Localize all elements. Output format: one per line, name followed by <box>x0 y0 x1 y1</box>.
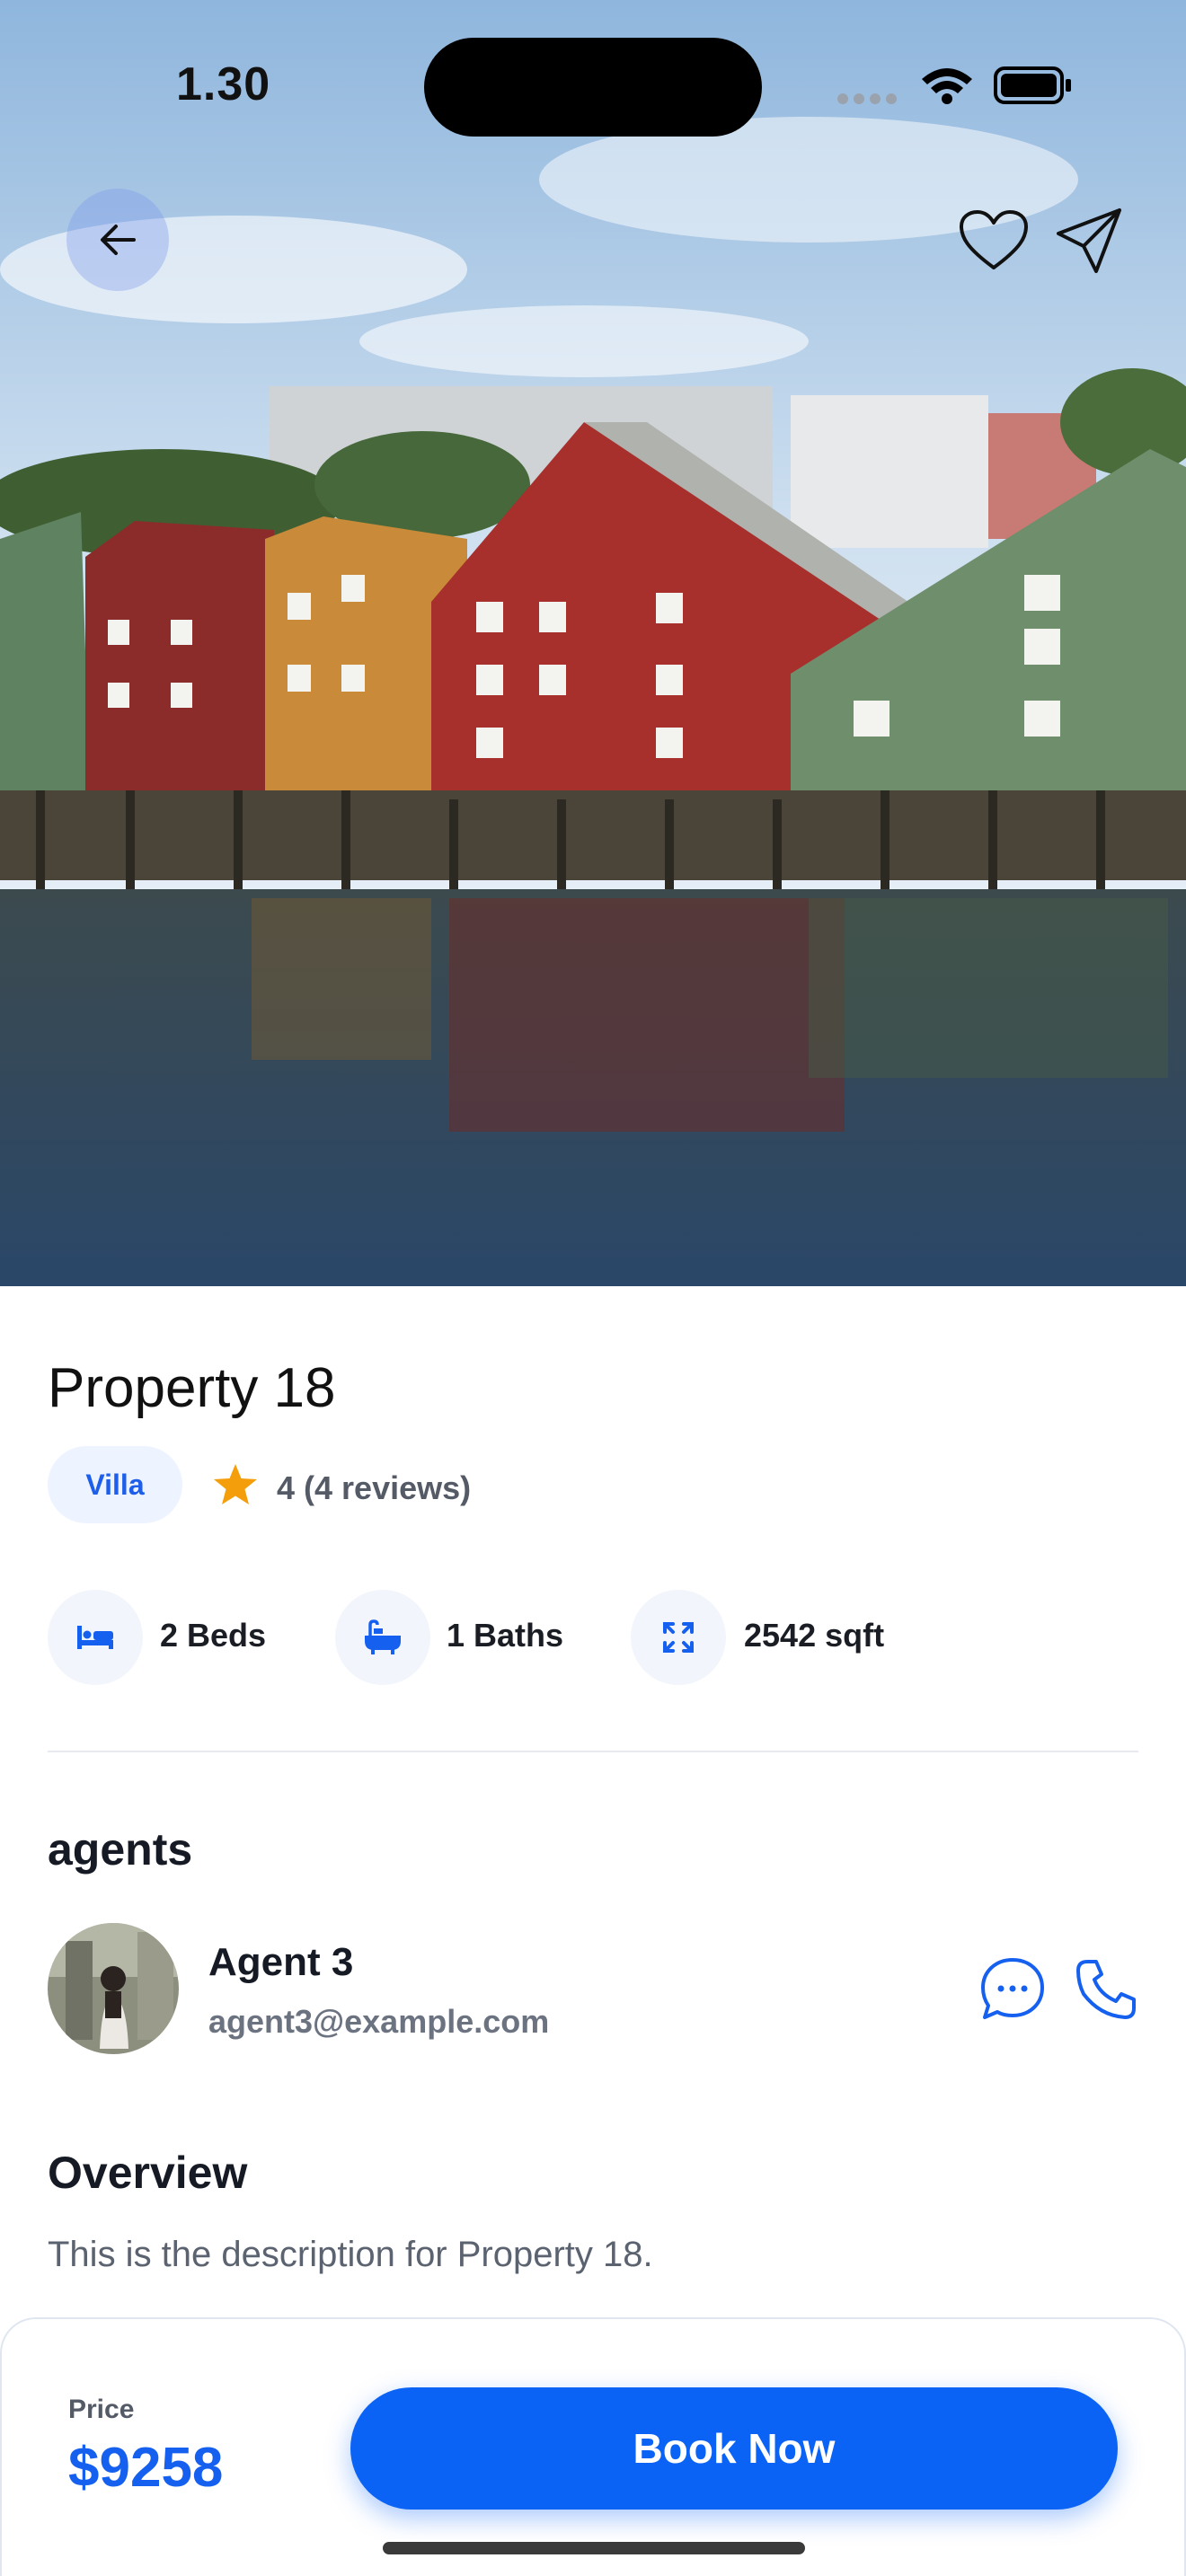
phone-icon[interactable] <box>1075 1958 1137 2021</box>
baths-count: 1 Baths <box>447 1617 564 1654</box>
price-value: $9258 <box>68 2437 224 2499</box>
avatar[interactable] <box>48 1923 179 2054</box>
harbor-houses-photo <box>0 0 1186 1286</box>
bathtub-icon-wrap <box>335 1590 430 1685</box>
overview-heading: Overview <box>48 2148 248 2198</box>
bathtub-icon <box>365 1619 401 1654</box>
send-icon[interactable] <box>1055 207 1123 275</box>
bed-icon <box>77 1626 113 1649</box>
signal-icon <box>837 93 897 104</box>
heart-icon[interactable] <box>958 208 1030 273</box>
battery-icon <box>994 66 1071 104</box>
property-type-badge: Villa <box>48 1446 182 1523</box>
book-now-button[interactable]: Book Now <box>350 2387 1118 2510</box>
beds-count: 2 Beds <box>160 1617 267 1654</box>
expand-icon-wrap <box>631 1590 726 1685</box>
bed-icon-wrap <box>48 1590 143 1685</box>
agents-heading: agents <box>48 1824 193 1875</box>
price-label: Price <box>68 2395 135 2424</box>
divider <box>48 1751 1138 1752</box>
area-sqft: 2542 sqft <box>744 1617 885 1654</box>
star-icon <box>214 1464 257 1504</box>
overview-description: This is the description for Property 18. <box>48 2235 653 2274</box>
dynamic-island <box>424 38 762 137</box>
status-time: 1.30 <box>176 58 271 110</box>
back-button[interactable] <box>66 189 169 291</box>
wifi-icon <box>922 68 972 104</box>
agent-name: Agent 3 <box>208 1940 354 1984</box>
home-indicator <box>383 2542 805 2554</box>
expand-icon <box>663 1622 694 1653</box>
hero-image <box>0 0 1186 1286</box>
agent-photo <box>48 1923 179 2054</box>
chat-icon[interactable] <box>979 1956 1046 2023</box>
status-icons <box>837 66 1071 104</box>
property-title: Property 18 <box>48 1357 336 1419</box>
arrow-left-icon <box>101 225 136 255</box>
agent-email: agent3@example.com <box>208 2003 550 2040</box>
rating-text: 4 (4 reviews) <box>277 1469 472 1506</box>
